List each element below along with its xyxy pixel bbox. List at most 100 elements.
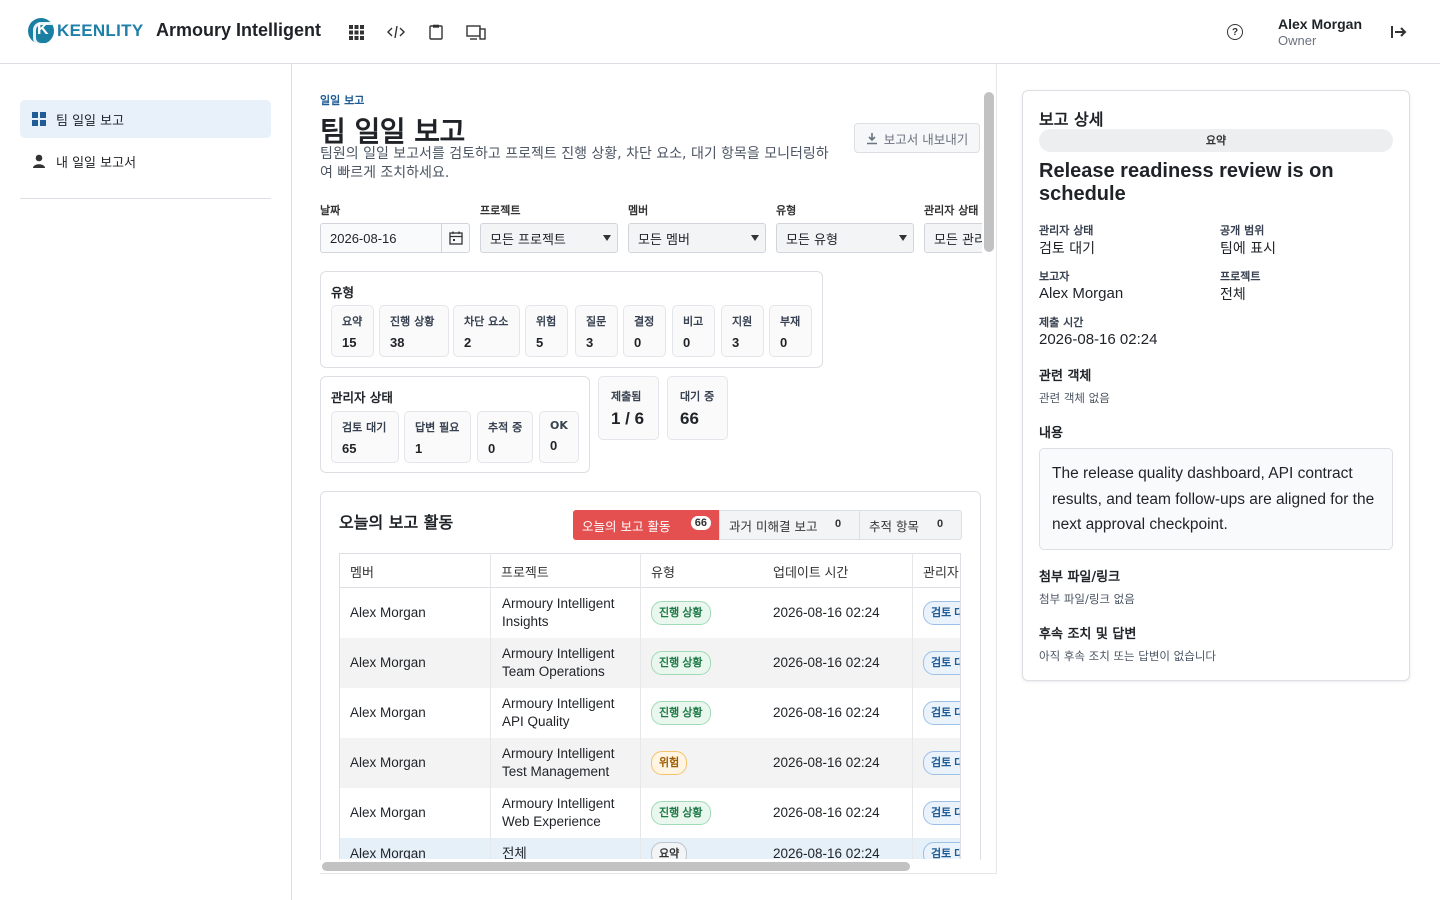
type-chip-progress[interactable]: 진행 상황 38 bbox=[379, 305, 449, 357]
field-value-reporter: Alex Morgan bbox=[1039, 285, 1124, 302]
tab-past-unresolved[interactable]: 과거 미해결 보고 0 bbox=[719, 510, 860, 540]
followups-title: 후속 조치 및 답변 bbox=[1039, 627, 1137, 642]
sidebar-item-label: 내 일일 보고서 bbox=[56, 155, 137, 171]
tab-today-activity[interactable]: 오늘의 보고 활동 66 bbox=[573, 510, 719, 540]
sidebar-divider bbox=[20, 198, 271, 199]
sidebar-item-team-daily-report[interactable]: 팀 일일 보고 bbox=[20, 100, 271, 138]
table-row[interactable]: Alex Morgan Armoury Intelligent API Qual… bbox=[340, 688, 960, 738]
column-header-project[interactable]: 프로젝트 bbox=[491, 553, 641, 588]
field-label-manager-status: 관리자 상태 bbox=[1039, 224, 1094, 237]
type-badge: 위험 bbox=[651, 751, 688, 775]
chevron-down-icon bbox=[603, 235, 611, 241]
table-row-selected[interactable]: Alex Morgan 전체 요약 2026-08-16 02:24 검토 대기 bbox=[340, 838, 960, 859]
logout-icon[interactable] bbox=[1390, 22, 1408, 42]
count-badge: 0 bbox=[834, 518, 842, 530]
type-chip-support[interactable]: 지원 3 bbox=[721, 305, 764, 357]
app-title: Armoury Intelligent bbox=[156, 20, 322, 40]
type-filter-select[interactable]: 모든 유형 bbox=[776, 223, 914, 253]
attachments-title: 첨부 파일/링크 bbox=[1039, 570, 1121, 585]
sidebar: 팀 일일 보고 내 일일 보고서 bbox=[0, 64, 292, 900]
manager-panel-title: 관리자 상태 bbox=[331, 390, 393, 405]
sidebar-item-my-daily-report[interactable]: 내 일일 보고서 bbox=[20, 142, 271, 180]
type-chip-decision[interactable]: 결정 0 bbox=[623, 305, 666, 357]
clipboard-icon[interactable] bbox=[426, 22, 446, 42]
manager-status-filter-clip: 모든 관리자 상태 bbox=[924, 223, 982, 253]
field-label-visibility: 공개 범위 bbox=[1220, 224, 1265, 237]
type-badge: 진행 상황 bbox=[651, 651, 711, 675]
code-icon[interactable] bbox=[386, 22, 406, 42]
logo-mark-icon: K bbox=[28, 18, 54, 46]
table-row[interactable]: Alex Morgan Armoury Intelligent Web Expe… bbox=[340, 788, 960, 838]
main-vertical-scrollbar[interactable] bbox=[984, 92, 994, 252]
manager-chip-pending-review[interactable]: 검토 대기 65 bbox=[331, 411, 399, 463]
content-title: 내용 bbox=[1039, 426, 1063, 441]
table-row[interactable]: Alex Morgan Armoury Intelligent Test Man… bbox=[340, 738, 960, 788]
type-badge: 진행 상황 bbox=[651, 601, 711, 625]
manager-chip-tracking[interactable]: 추적 중0 bbox=[477, 411, 533, 463]
sidebar-item-label: 팀 일일 보고 bbox=[56, 113, 125, 129]
type-chip-summary[interactable]: 요약 15 bbox=[331, 305, 374, 357]
status-badge: 검토 대기 bbox=[923, 842, 960, 859]
column-header-updated[interactable]: 업데이트 시간 bbox=[763, 553, 913, 588]
report-detail-panel: 보고 상세 요약 Release readiness review is on … bbox=[1022, 90, 1410, 681]
detail-type-pill: 요약 bbox=[1039, 129, 1393, 152]
field-value-manager-status: 검토 대기 bbox=[1039, 241, 1095, 257]
type-badge: 진행 상황 bbox=[651, 701, 711, 725]
field-label-submitted: 제출 시간 bbox=[1039, 316, 1084, 329]
logo-text: KEENLITY bbox=[57, 21, 144, 40]
content-body: The release quality dashboard, API contr… bbox=[1039, 448, 1393, 550]
date-filter-label: 날짜 bbox=[320, 204, 341, 217]
table-row[interactable]: Alex Morgan Armoury Intelligent Team Ope… bbox=[340, 638, 960, 688]
manager-status-filter-select[interactable]: 모든 관리자 상태 bbox=[924, 223, 982, 253]
field-value-project: 전체 bbox=[1220, 287, 1246, 303]
manager-chip-needs-reply[interactable]: 답변 필요 1 bbox=[404, 411, 471, 463]
person-icon bbox=[32, 154, 46, 168]
type-summary-panel: 유형 요약 15 진행 상황 38 차단 요소 2 위험 5 질문 3 결정 0 비고 0 지… bbox=[320, 271, 823, 368]
field-label-project: 프로젝트 bbox=[1220, 270, 1261, 283]
related-objects-empty: 관련 객체 없음 bbox=[1039, 391, 1110, 405]
manager-chip-ok[interactable]: OK 0 bbox=[539, 411, 579, 463]
devices-icon[interactable] bbox=[466, 22, 486, 42]
page-title: 팀 일일 보고 bbox=[320, 115, 465, 148]
field-value-visibility: 팀에 표시 bbox=[1220, 241, 1276, 257]
member-filter-select[interactable]: 모든 멤버 bbox=[628, 223, 766, 253]
table-row[interactable]: Alex Morgan Armoury Intelligent Insights… bbox=[340, 588, 960, 638]
detail-title: 보고 상세 bbox=[1039, 110, 1104, 129]
stat-waiting: 대기 중 66 bbox=[667, 376, 728, 440]
help-icon[interactable]: ? bbox=[1227, 24, 1243, 40]
chevron-down-icon bbox=[899, 235, 907, 241]
chevron-down-icon bbox=[751, 235, 759, 241]
column-header-type[interactable]: 유형 bbox=[641, 553, 763, 588]
top-bar: K KEENLITY Armoury Intelligent ? Alex Mo… bbox=[0, 0, 1440, 64]
calendar-icon[interactable] bbox=[441, 224, 469, 252]
type-chip-question[interactable]: 질문 3 bbox=[575, 305, 618, 357]
column-divider bbox=[490, 553, 491, 859]
export-report-button[interactable]: 보고서 내보내기 bbox=[854, 123, 980, 153]
type-chip-absence[interactable]: 부재 0 bbox=[769, 305, 812, 357]
count-badge: 66 bbox=[690, 516, 711, 530]
apps-grid-icon[interactable] bbox=[346, 22, 366, 42]
related-objects-title: 관련 객체 bbox=[1039, 369, 1092, 384]
type-chip-blocker[interactable]: 차단 요소 2 bbox=[453, 305, 520, 357]
status-badge: 검토 대기 bbox=[923, 601, 960, 625]
main-bottom-divider bbox=[320, 873, 997, 874]
type-chip-risk[interactable]: 위험 5 bbox=[525, 305, 568, 357]
type-chip-note[interactable]: 비고 0 bbox=[672, 305, 715, 357]
date-filter-input[interactable]: 2026-08-16 bbox=[320, 223, 470, 253]
main-divider bbox=[996, 64, 997, 874]
stat-submitted: 제출됨 1 / 6 bbox=[598, 376, 659, 440]
project-filter-select[interactable]: 모든 프로젝트 bbox=[480, 223, 618, 253]
tab-tracked-items[interactable]: 추적 항목 0 bbox=[860, 510, 962, 540]
breadcrumb[interactable]: 일일 보고 bbox=[320, 92, 364, 108]
brand-logo[interactable]: K KEENLITY bbox=[28, 18, 144, 46]
type-panel-title: 유형 bbox=[331, 285, 355, 300]
column-divider bbox=[640, 553, 641, 859]
column-divider bbox=[912, 553, 913, 859]
table-horizontal-scrollbar[interactable] bbox=[322, 862, 910, 871]
manager-status-panel: 관리자 상태 검토 대기 65 답변 필요 1 추적 중0 OK 0 bbox=[320, 376, 590, 473]
field-value-submitted: 2026-08-16 02:24 bbox=[1039, 331, 1158, 348]
type-badge: 진행 상황 bbox=[651, 801, 711, 825]
column-header-member[interactable]: 멤버 bbox=[340, 553, 491, 588]
column-header-manager-status[interactable]: 관리자 상태 bbox=[913, 553, 960, 588]
activity-title: 오늘의 보고 활동 bbox=[339, 513, 454, 532]
